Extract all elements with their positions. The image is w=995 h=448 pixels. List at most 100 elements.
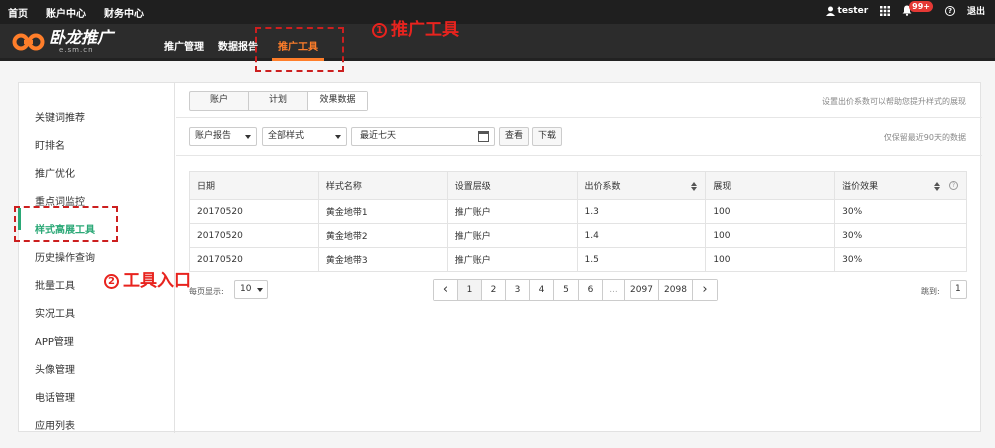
help-icon[interactable]: ? — [949, 181, 958, 190]
retention-hint: 仅保留最近90天的数据 — [883, 133, 966, 142]
sidebar-item-promotion-optimize[interactable]: 推广优化 — [35, 165, 75, 180]
view-button[interactable]: 查看 — [499, 127, 529, 146]
col-header-date: 日期 — [189, 171, 319, 200]
table-cell: 黄金地带1 — [317, 199, 448, 224]
tools-sidebar: 关键词推荐 盯排名 推广优化 重点词监控 样式高展工具 历史操作查询 批量工具 … — [18, 83, 175, 433]
main-header: 卧龙推广 e.sm.cn 推广管理 数据报告 推广工具 — [0, 24, 995, 61]
per-page-label: 每页显示: — [189, 287, 224, 296]
user-icon — [825, 6, 835, 16]
annotation-label-2: 2 工具入口 — [104, 266, 191, 291]
sort-icon[interactable] — [934, 182, 940, 191]
logo-title: 卧龙推广 — [49, 28, 114, 47]
pagination: ‹ 1 2 3 4 5 6 ... 2097 2098 › — [433, 279, 718, 301]
top-nav-finance-center[interactable]: 财务中心 — [104, 5, 144, 20]
table-cell: 100 — [705, 223, 836, 248]
table-cell: 1.5 — [576, 247, 707, 272]
table-cell: 推广账户 — [446, 247, 578, 272]
next-page-button[interactable]: › — [693, 280, 717, 300]
apps-grid-icon[interactable] — [880, 5, 891, 16]
table-cell: 黄金地带3 — [317, 247, 448, 272]
sidebar-item-live-tools[interactable]: 实况工具 — [35, 305, 75, 320]
page-button[interactable]: 1 — [458, 280, 482, 300]
calendar-icon[interactable] — [478, 131, 489, 142]
table-cell: 1.3 — [576, 199, 707, 224]
report-type-value: 账户报告 — [195, 131, 232, 141]
username: tester — [837, 5, 869, 16]
content-area: 账户 计划 效果数据 设置出价系数可以帮助您提升样式的展现 账户报告 全部样式 … — [176, 83, 982, 433]
table-row: 20170520 黄金地带3 推广账户 1.5 100 30% — [189, 247, 967, 272]
top-nav-home[interactable]: 首页 — [8, 5, 28, 20]
page-button[interactable]: 2098 — [659, 280, 693, 300]
style-select[interactable]: 全部样式 — [262, 127, 347, 146]
tab-effect-data[interactable]: 效果数据 — [308, 92, 367, 110]
logo-text: 卧龙推广 e.sm.cn — [49, 28, 114, 55]
sidebar-item-phone-management[interactable]: 电话管理 — [35, 389, 75, 404]
sidebar-item-app-management[interactable]: APP管理 — [35, 333, 74, 348]
annotation-number-1: 1 — [372, 23, 387, 38]
jump-to-input[interactable]: 1 — [950, 280, 967, 299]
page-button[interactable]: 5 — [554, 280, 579, 300]
annotation-label-1: 1 推广工具 — [372, 15, 459, 40]
sidebar-item-avatar-management[interactable]: 头像管理 — [35, 361, 75, 376]
sidebar-item-keyword-recommend[interactable]: 关键词推荐 — [35, 109, 85, 124]
table-row: 20170520 黄金地带1 推广账户 1.3 100 30% — [189, 199, 967, 224]
col-header-style-name: 样式名称 — [317, 171, 448, 200]
table-cell: 20170520 — [189, 199, 319, 224]
bid-hint: 设置出价系数可以帮助您提升样式的展现 — [822, 97, 966, 106]
logo-mark-icon — [12, 33, 45, 51]
main-panel: 关键词推荐 盯排名 推广优化 重点词监控 样式高展工具 历史操作查询 批量工具 … — [18, 82, 982, 433]
table-cell: 100 — [705, 199, 836, 224]
menu-promotion-management[interactable]: 推广管理 — [158, 24, 210, 61]
per-page-select[interactable]: 10 — [234, 280, 268, 299]
page-button[interactable]: 4 — [530, 280, 554, 300]
page-button[interactable]: 2097 — [625, 280, 659, 300]
col-header-impressions: 展现 — [705, 171, 836, 200]
table-cell: 20170520 — [189, 247, 319, 272]
report-type-select[interactable]: 账户报告 — [189, 127, 257, 146]
divider — [176, 155, 982, 156]
sort-icon[interactable] — [691, 182, 698, 191]
annotation-text-2: 工具入口 — [123, 271, 191, 291]
annotation-box-promotion-tools — [255, 27, 344, 72]
page-ellipsis: ... — [603, 280, 625, 300]
sidebar-item-batch-tools[interactable]: 批量工具 — [35, 277, 75, 292]
prev-page-button[interactable]: ‹ — [434, 280, 458, 300]
effect-data-table: 日期 样式名称 设置层级 出价系数 展现 溢价效果? 20170520 黄金地带… — [189, 171, 967, 272]
logo[interactable]: 卧龙推广 e.sm.cn — [12, 30, 113, 54]
logout-link[interactable]: 退出 — [967, 4, 985, 17]
annotation-text-1: 推广工具 — [391, 20, 459, 40]
tab-plan[interactable]: 计划 — [249, 92, 308, 110]
view-tabs: 账户 计划 效果数据 — [189, 91, 368, 111]
tab-account[interactable]: 账户 — [190, 92, 249, 110]
chevron-down-icon — [335, 135, 341, 139]
top-nav: 首页 账户中心 财务中心 — [8, 5, 144, 20]
sidebar-item-app-list[interactable]: 应用列表 — [35, 417, 75, 432]
sidebar-item-history-query[interactable]: 历史操作查询 — [35, 249, 95, 264]
table-row: 20170520 黄金地带2 推广账户 1.4 100 30% — [189, 223, 967, 248]
col-header-premium-effect[interactable]: 溢价效果? — [834, 171, 967, 200]
download-button[interactable]: 下载 — [532, 127, 562, 146]
table-cell: 1.4 — [576, 223, 707, 248]
help-icon[interactable]: ? — [944, 5, 955, 16]
top-nav-account-center[interactable]: 账户中心 — [46, 5, 86, 20]
col-header-level: 设置层级 — [446, 171, 578, 200]
notification-badge: 99+ — [909, 1, 933, 12]
chevron-down-icon — [245, 135, 251, 139]
page-button[interactable]: 2 — [482, 280, 506, 300]
col-header-bid-factor[interactable]: 出价系数 — [576, 171, 707, 200]
table-cell: 20170520 — [189, 223, 319, 248]
page-button[interactable]: 6 — [579, 280, 603, 300]
annotation-number-2: 2 — [104, 274, 119, 289]
table-cell: 黄金地带2 — [317, 223, 448, 248]
top-right-tools: tester 99+ ? 退出 — [825, 1, 985, 17]
user-menu[interactable]: tester — [825, 5, 869, 16]
table-header-row: 日期 样式名称 设置层级 出价系数 展现 溢价效果? — [189, 171, 967, 200]
style-value: 全部样式 — [268, 131, 305, 141]
sidebar-item-rank-watch[interactable]: 盯排名 — [35, 137, 65, 152]
table-cell: 30% — [834, 223, 967, 248]
jump-to-label: 跳到: — [921, 287, 940, 296]
per-page-value: 10 — [240, 284, 252, 294]
page-button[interactable]: 3 — [506, 280, 530, 300]
date-range-input[interactable]: 最近七天 — [351, 127, 495, 146]
notification-button[interactable]: 99+ — [902, 1, 933, 16]
